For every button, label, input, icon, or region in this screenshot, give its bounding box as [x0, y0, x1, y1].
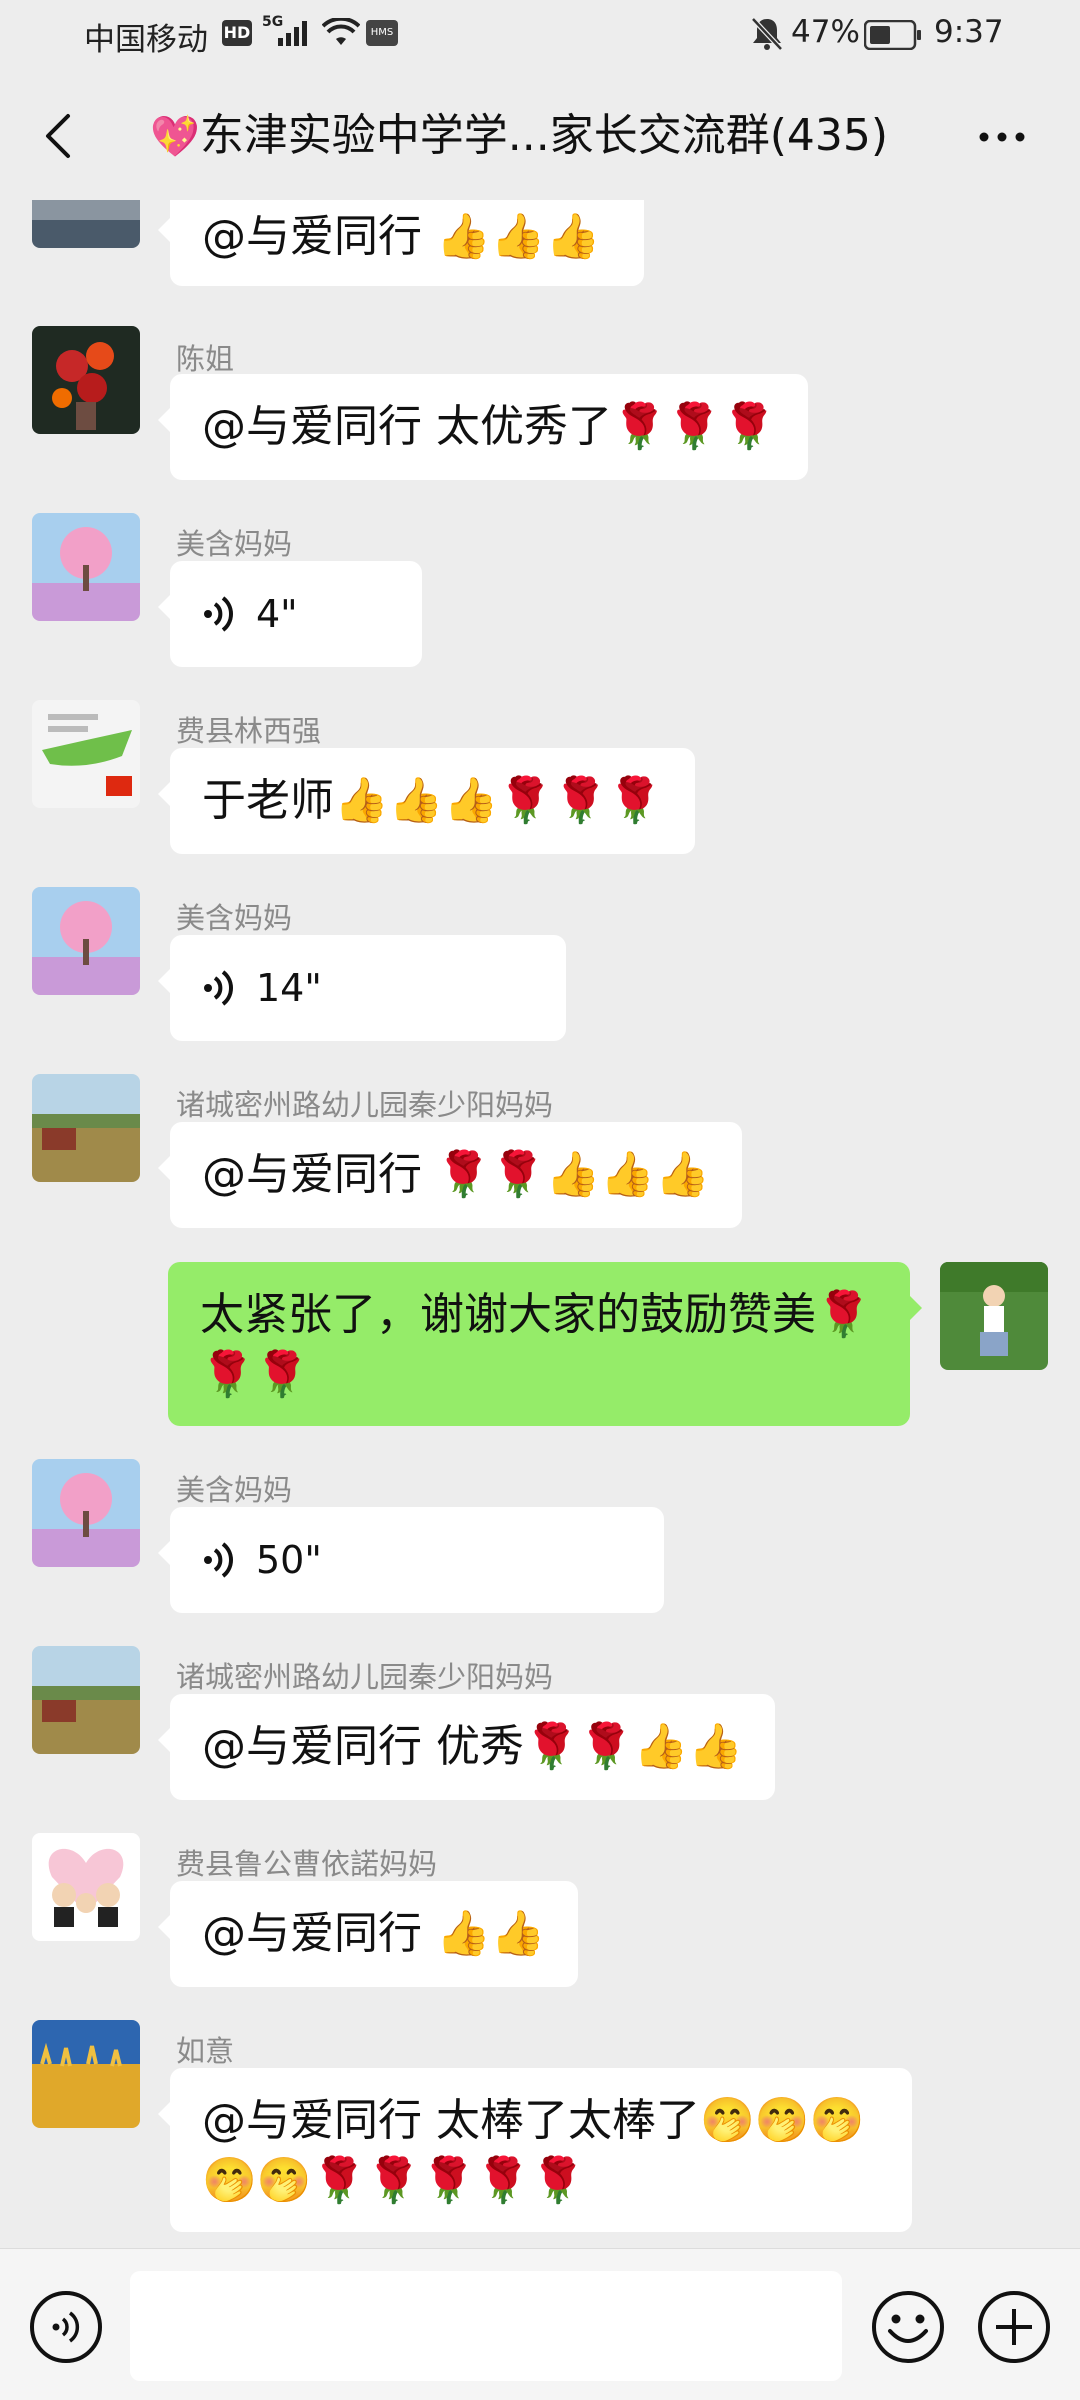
voice-wave-icon [204, 596, 233, 632]
chat-header: 💖东津实验中学学...家长交流群(435) [0, 72, 1080, 200]
avatar[interactable] [32, 1646, 140, 1754]
avatar[interactable] [32, 513, 140, 621]
message-text: @与爱同行 👍👍 [202, 1908, 546, 1959]
more-icon[interactable] [972, 112, 1032, 162]
avatar[interactable] [32, 2020, 140, 2128]
avatar[interactable] [32, 1459, 140, 1567]
message-bubble[interactable]: 于老师👍👍👍🌹🌹🌹 [158, 748, 695, 854]
avatar[interactable] [32, 200, 140, 248]
sender-name: 费县林西强 [176, 714, 322, 748]
sender-name: 诸城密州路幼儿园秦少阳妈妈 [176, 1088, 554, 1122]
message-text: 于老师👍👍👍🌹🌹🌹 [202, 775, 663, 826]
sender-name: 美含妈妈 [176, 1473, 293, 1507]
hd-badge: HD [222, 20, 252, 46]
carrier-label: 中国移动 [84, 22, 208, 58]
voice-wave-icon [204, 1542, 233, 1578]
sender-name: 如意 [176, 2034, 235, 2068]
sender-name: 费县鲁公曹依諾妈妈 [176, 1847, 438, 1881]
battery-icon [864, 20, 921, 50]
my-avatar[interactable] [940, 1262, 1048, 1370]
avatar[interactable] [32, 326, 140, 434]
message-bubble[interactable]: @与爱同行 太优秀了🌹🌹🌹 [157, 374, 809, 480]
message-bubble[interactable]: @与爱同行 🌹🌹👍👍👍 [158, 1122, 742, 1228]
avatar[interactable] [32, 1833, 140, 1941]
status-bar: 中国移动 HD 5G HMS 47% 9:37 [0, 0, 1080, 72]
voice-message[interactable]: 14" [158, 935, 566, 1041]
message-text: @与爱同行 🌹🌹👍👍👍 [202, 1149, 710, 1200]
group-name: 东津实验中学学...家长交流群(435) [199, 110, 889, 161]
message-text: @与爱同行 太优秀了🌹🌹🌹 [202, 401, 777, 452]
back-icon[interactable] [30, 106, 90, 166]
emoji-icon[interactable] [870, 2289, 946, 2365]
message-text: @与爱同行 优秀🌹🌹👍👍 [202, 1721, 744, 1772]
voice-wave-icon [204, 970, 233, 1006]
message-bubble[interactable]: @与爱同行 太棒了太棒了🤭🤭🤭🤭🤭🌹🌹🌹🌹🌹 [158, 2068, 912, 2232]
message-bubble[interactable]: @与爱同行 👍👍👍 [158, 200, 644, 286]
chat-title: 💖东津实验中学学...家长交流群(435) [150, 108, 930, 165]
my-message-bubble[interactable]: 太紧张了，谢谢大家的鼓励赞美🌹🌹🌹 [168, 1262, 922, 1426]
wifi-icon [322, 18, 360, 45]
battery-percent: 47% [791, 14, 860, 50]
sender-name: 美含妈妈 [176, 527, 293, 561]
message-input[interactable] [130, 2271, 842, 2381]
hms-badge: HMS [366, 20, 398, 46]
message-bubble[interactable]: @与爱同行 👍👍 [158, 1881, 578, 1987]
sender-name: 美含妈妈 [176, 901, 293, 935]
voice-message[interactable]: 4" [158, 561, 422, 667]
message-bubble[interactable]: @与爱同行 优秀🌹🌹👍👍 [157, 1694, 776, 1800]
message-list[interactable]: @与爱同行 👍👍👍 陈姐 @与爱同行 太优秀了🌹🌹🌹 美含妈妈 4" 费县林西强… [0, 200, 1080, 2248]
mute-icon [751, 17, 783, 51]
message-text: @与爱同行 👍👍👍 [202, 211, 601, 262]
signal-icon [278, 21, 307, 46]
voice-input-icon[interactable] [28, 2289, 104, 2365]
heart-icon: 💖 [150, 114, 200, 160]
sender-name: 陈姐 [176, 342, 235, 376]
voice-message[interactable]: 50" [158, 1507, 664, 1613]
plus-icon[interactable] [976, 2289, 1052, 2365]
clock: 9:37 [934, 14, 1004, 50]
voice-duration: 50" [256, 1538, 322, 1582]
sender-name: 诸城密州路幼儿园秦少阳妈妈 [176, 1660, 554, 1694]
avatar[interactable] [32, 887, 140, 995]
message-text: @与爱同行 太棒了太棒了🤭🤭🤭🤭🤭🌹🌹🌹🌹🌹 [202, 2095, 865, 2206]
voice-duration: 14" [256, 966, 322, 1010]
avatar[interactable] [32, 1074, 140, 1182]
voice-duration: 4" [256, 592, 298, 636]
input-bar [0, 2248, 1080, 2400]
avatar[interactable] [32, 700, 140, 808]
message-text: 太紧张了，谢谢大家的鼓励赞美🌹🌹🌹 [200, 1289, 871, 1400]
